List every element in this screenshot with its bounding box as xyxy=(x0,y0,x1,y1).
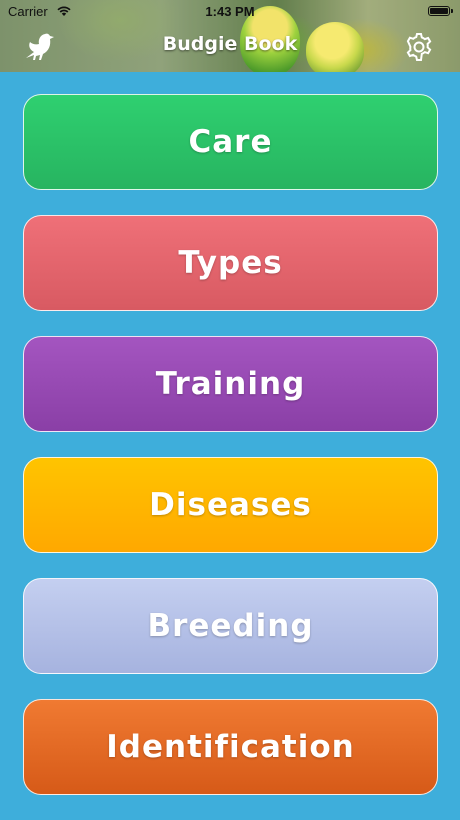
breeding-button[interactable]: Breeding xyxy=(23,578,438,674)
care-label: Care xyxy=(188,124,273,160)
battery-icon xyxy=(428,6,453,16)
header-bar: Carrier 1:43 PM Budgie Book xyxy=(0,0,460,72)
care-button[interactable]: Care xyxy=(23,94,438,190)
gear-icon[interactable] xyxy=(404,32,434,62)
status-time: 1:43 PM xyxy=(205,4,255,19)
main-menu: Care Types Training Diseases Breeding Id… xyxy=(23,94,438,820)
status-bar: Carrier 1:43 PM xyxy=(0,0,460,24)
app-title: Budgie Book xyxy=(162,33,298,55)
identification-button[interactable]: Identification xyxy=(23,699,438,795)
training-button[interactable]: Training xyxy=(23,336,438,432)
diseases-button[interactable]: Diseases xyxy=(23,457,438,553)
types-label: Types xyxy=(178,245,283,281)
training-label: Training xyxy=(155,366,306,402)
breeding-label: Breeding xyxy=(147,608,314,644)
identification-label: Identification xyxy=(106,729,355,765)
diseases-label: Diseases xyxy=(149,487,312,523)
types-button[interactable]: Types xyxy=(23,215,438,311)
